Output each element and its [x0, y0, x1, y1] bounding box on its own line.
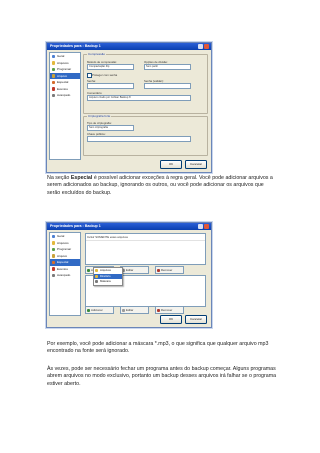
plus-icon — [87, 268, 90, 272]
flag-icon — [51, 87, 55, 91]
password-confirm-field[interactable] — [144, 83, 191, 89]
folder-icon — [95, 274, 99, 278]
sidebar-item-label: Avançado — [57, 93, 71, 97]
close-button[interactable] — [204, 44, 209, 49]
dialog-titlebar: Propriedades para : Backup 1 — [47, 223, 211, 230]
minimize-button[interactable] — [198, 224, 203, 229]
crypto-group: Criptografia forte Tipo de criptografia:… — [83, 114, 208, 156]
sidebar-item-label: Programar — [57, 67, 72, 71]
button-label: Editar — [126, 268, 134, 272]
sidebar-item-label: Eventos — [57, 86, 68, 91]
paragraph-especial: Na seção Especial é possível adicionar e… — [47, 175, 277, 197]
sidebar-item-avancado[interactable]: Avançado — [50, 92, 80, 99]
button-label: Editar — [126, 308, 134, 312]
flag-icon — [51, 267, 55, 271]
sidebar-item-label: Geral — [57, 54, 65, 58]
dialog-titlebar: Propriedades para : Backup 1 — [47, 43, 211, 50]
menu-item-label: Diretório — [100, 273, 111, 278]
key-field[interactable] — [87, 136, 191, 142]
add-popup-menu: Arquivos Diretório Máscara — [93, 267, 123, 286]
gear-icon — [51, 93, 55, 97]
calendar-icon — [51, 67, 55, 71]
archive-icon — [51, 254, 55, 258]
sidebar-item-label: Arquivos — [57, 240, 69, 245]
dialog-title: Propriedades para : Backup 1 — [50, 224, 101, 228]
star-icon — [51, 80, 55, 84]
edit-icon — [122, 308, 125, 312]
remove-exclude-button[interactable]: Remover — [155, 306, 184, 314]
paragraph-mask-example: Por exemplo, você pode adicionar a másca… — [47, 341, 269, 355]
remove-icon — [157, 308, 160, 312]
button-label: Remover — [161, 268, 173, 272]
sidebar: Geral Arquivos Programar Arquivo comprim… — [49, 232, 81, 316]
group-label: Criptografia forte — [87, 114, 112, 118]
crypto-type-select[interactable]: Sem criptografia — [87, 125, 134, 131]
ok-button[interactable]: OK — [160, 315, 182, 324]
sidebar-item-avancado[interactable]: Avançado — [50, 272, 80, 279]
remove-include-button[interactable]: Remover — [155, 266, 184, 274]
para-bold: Especial — [70, 175, 93, 181]
archive-icon — [51, 74, 55, 78]
properties-dialog-special: Propriedades para : Backup 1 Geral Arqui… — [46, 222, 212, 328]
comment-field[interactable]: Arquivo criado por Cobian Backup 8 — [87, 95, 191, 101]
minimize-button[interactable] — [198, 44, 203, 49]
protect-label: Proteger com senha — [92, 73, 118, 77]
remove-icon — [157, 268, 160, 272]
close-button[interactable] — [204, 224, 209, 229]
menu-item-label: Máscara — [100, 279, 111, 283]
sidebar-item-label: Programar — [57, 247, 72, 251]
compression-group: Compressão Método de compressão: Compact… — [83, 52, 208, 114]
sidebar-item-label: Avançado — [57, 273, 71, 277]
star-icon — [51, 260, 55, 264]
sidebar-item-label: Eventos — [57, 266, 68, 271]
ok-button[interactable]: OK — [160, 160, 182, 169]
calendar-icon — [51, 247, 55, 251]
button-label: Remover — [161, 308, 173, 312]
folder-icon — [51, 241, 55, 245]
edit-exclude-button[interactable]: Editar — [120, 306, 149, 314]
add-exclude-button[interactable]: Adicionar — [85, 306, 114, 314]
list-header: Incluir SOMENTE estes arquivos — [86, 234, 205, 241]
sidebar: Geral Arquivos Programar Arquivo comprim… — [49, 52, 81, 160]
compression-panel: Compressão Método de compressão: Compact… — [82, 52, 209, 158]
file-icon — [95, 269, 99, 273]
mask-icon — [95, 280, 99, 284]
menu-item-label: Arquivos — [100, 268, 111, 272]
include-list[interactable]: Incluir SOMENTE estes arquivos — [85, 233, 206, 265]
house-icon — [51, 234, 55, 238]
para-text: Na seção — [47, 175, 71, 181]
plus-icon — [87, 308, 90, 312]
sidebar-item-label: Especial — [57, 80, 69, 84]
button-label: Adicionar — [91, 308, 103, 312]
dialog-title: Propriedades para : Backup 1 — [50, 44, 101, 48]
method-select[interactable]: Compactação Zip — [87, 64, 134, 70]
gear-icon — [51, 273, 55, 277]
menu-item-mascara[interactable]: Máscara — [94, 279, 122, 285]
edit-include-button[interactable]: Editar — [120, 266, 149, 274]
folder-icon — [51, 61, 55, 65]
group-label: Compressão — [87, 52, 107, 56]
paragraph-close-program: Às vezes, pode ser necessário fechar um … — [47, 366, 277, 387]
sidebar-item-label: Arquivos — [57, 60, 69, 65]
split-select[interactable]: Sem partir — [144, 64, 191, 70]
sidebar-item-label: Geral — [57, 234, 65, 238]
cancel-button[interactable]: Cancelar — [185, 315, 207, 324]
password-field[interactable] — [87, 83, 134, 89]
properties-dialog-compression: Propriedades para : Backup 1 Geral Arqui… — [46, 42, 212, 173]
house-icon — [51, 54, 55, 58]
cancel-button[interactable]: Cancelar — [185, 160, 207, 169]
sidebar-item-label: Especial — [57, 260, 69, 264]
